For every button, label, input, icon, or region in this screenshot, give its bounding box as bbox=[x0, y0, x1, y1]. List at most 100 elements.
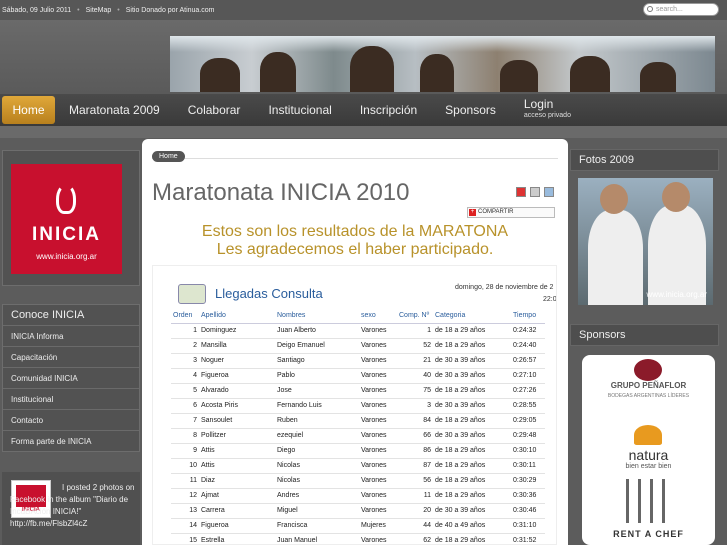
nav-sponsors[interactable]: Sponsors bbox=[431, 96, 510, 124]
sponsor-rent-a-chef[interactable]: RENT A CHEF bbox=[582, 529, 715, 539]
menu-item-comunidad[interactable]: Comunidad INICIA bbox=[3, 367, 139, 388]
table-cell: 0:30:11 bbox=[511, 458, 545, 474]
separator: • bbox=[117, 6, 120, 14]
login-label: Login bbox=[523, 97, 554, 111]
table-cell: 15 bbox=[171, 533, 199, 544]
table-cell: 6 bbox=[171, 398, 199, 414]
share-button[interactable]: + COMPARTIR bbox=[467, 207, 555, 218]
column-header: Apellido bbox=[199, 309, 275, 324]
table-cell: de 40 a 49 años bbox=[433, 518, 511, 534]
menu-item-contacto[interactable]: Contacto bbox=[3, 409, 139, 430]
table-cell: ezequiel bbox=[275, 428, 359, 444]
table-cell: 20 bbox=[397, 503, 433, 519]
table-cell: 0:28:55 bbox=[511, 398, 545, 414]
table-cell: Alvarado bbox=[199, 383, 275, 399]
table-row: 1 Dominguez Juan Alberto Varones 1 de 18 a 29… bbox=[171, 323, 545, 339]
table-row: 7 Sansoulet Ruben Varones 84 de 18 a 29 años 0… bbox=[171, 413, 545, 429]
table-row: 14 Figueroa Francisca Mujeres 44 de 40 a 49 a… bbox=[171, 518, 545, 534]
table-cell: de 18 a 29 años bbox=[433, 473, 511, 489]
share-label: COMPARTIR bbox=[478, 209, 514, 215]
table-cell: Varones bbox=[359, 413, 397, 429]
photo-2009[interactable]: www.inicia.org.ar bbox=[578, 178, 713, 305]
table-cell: 4 bbox=[171, 368, 199, 384]
table-cell: Nicolas bbox=[275, 473, 359, 489]
table-cell: de 30 a 39 años bbox=[433, 503, 511, 519]
table-cell: Varones bbox=[359, 503, 397, 519]
menu-item-institucional[interactable]: Institucional bbox=[3, 388, 139, 409]
search-icon bbox=[647, 6, 653, 12]
print-icon[interactable] bbox=[530, 187, 540, 197]
table-row: 10 Attis Nicolas Varones 87 de 18 a 29 años 0:… bbox=[171, 458, 545, 474]
photos-title: Fotos 2009 bbox=[570, 149, 719, 171]
table-cell: de 30 a 39 años bbox=[433, 428, 511, 444]
table-cell: de 18 a 29 años bbox=[433, 488, 511, 504]
page-tools bbox=[516, 187, 554, 197]
search-input[interactable]: search... bbox=[643, 3, 719, 16]
table-cell: de 18 a 29 años bbox=[433, 443, 511, 459]
table-row: 2 Mansilla Deigo Emanuel Varones 52 de 18 a 2… bbox=[171, 338, 545, 354]
sponsor-penaflor-sub: BODEGAS ARGENTINAS LÍDERES bbox=[607, 393, 690, 399]
table-cell: Carrera bbox=[199, 503, 275, 519]
table-cell: Ruben bbox=[275, 413, 359, 429]
nav-maratonata[interactable]: Maratonata 2009 bbox=[55, 96, 174, 124]
facebook-post-text[interactable]: I posted 2 photos on Facebook in the alb… bbox=[10, 482, 135, 530]
table-cell: 0:30:29 bbox=[511, 473, 545, 489]
nav-home[interactable]: Home bbox=[2, 96, 55, 124]
tool-shape bbox=[626, 479, 629, 523]
table-cell: Varones bbox=[359, 488, 397, 504]
sitemap-link[interactable]: SiteMap bbox=[86, 7, 112, 14]
table-cell: Pablo bbox=[275, 368, 359, 384]
table-cell: 0:26:57 bbox=[511, 353, 545, 369]
inicia-logo[interactable]: INICIA www.inicia.org.ar bbox=[11, 164, 122, 274]
donated-link[interactable]: Sitio Donado por Atinua.com bbox=[126, 7, 215, 14]
menu-item-capacitacion[interactable]: Capacitación bbox=[3, 346, 139, 367]
table-row: 3 Noguer Santiago Varones 21 de 30 a 39 años 0… bbox=[171, 353, 545, 369]
pdf-icon[interactable] bbox=[516, 187, 526, 197]
date-text: Sábado, 09 Julio 2011 bbox=[2, 6, 72, 14]
menu-item-informa[interactable]: INICIA Informa bbox=[3, 325, 139, 346]
nav-inscripcion[interactable]: Inscripción bbox=[346, 96, 431, 124]
table-cell: 1 bbox=[397, 323, 433, 339]
breadcrumb-home[interactable]: Home bbox=[152, 151, 185, 162]
table-cell: de 18 a 29 años bbox=[433, 533, 511, 544]
table-cell: Andres bbox=[275, 488, 359, 504]
table-cell: 0:24:32 bbox=[511, 323, 545, 339]
conoce-title: Conoce INICIA bbox=[11, 309, 85, 321]
table-cell: 21 bbox=[397, 353, 433, 369]
table-cell: Attis bbox=[199, 458, 275, 474]
runner-figure bbox=[640, 62, 676, 92]
sponsor-penaflor[interactable]: GRUPO PEÑAFLOR bbox=[582, 381, 715, 390]
table-cell: 14 bbox=[171, 518, 199, 534]
table-cell: 52 bbox=[397, 338, 433, 354]
table-cell: Varones bbox=[359, 443, 397, 459]
nav-colaborar[interactable]: Colaborar bbox=[174, 96, 255, 124]
table-cell: 75 bbox=[397, 383, 433, 399]
sponsor-natura[interactable]: natura bbox=[582, 447, 715, 463]
table-header-row: Orden Apellido Nombres sexo Comp. Nº Categori… bbox=[171, 309, 545, 324]
runner-figure bbox=[588, 210, 643, 305]
table-cell: 11 bbox=[171, 473, 199, 489]
nav-institucional[interactable]: Institucional bbox=[254, 96, 345, 124]
table-cell: 40 bbox=[397, 368, 433, 384]
runner-face bbox=[600, 184, 628, 214]
table-cell: Varones bbox=[359, 323, 397, 339]
table-cell: Dominguez bbox=[199, 323, 275, 339]
header-banner-image bbox=[170, 36, 715, 92]
email-icon[interactable] bbox=[544, 187, 554, 197]
table-cell: de 18 a 29 años bbox=[433, 383, 511, 399]
plus-icon: + bbox=[469, 209, 476, 216]
table-cell: Mujeres bbox=[359, 518, 397, 534]
menu-item-forma-parte[interactable]: Forma parte de INICIA bbox=[3, 430, 139, 451]
table-cell: Pollitzer bbox=[199, 428, 275, 444]
page-title: Maratonata INICIA 2010 bbox=[152, 179, 410, 206]
table-cell: 2 bbox=[171, 338, 199, 354]
table-cell: 0:30:10 bbox=[511, 443, 545, 459]
table-cell: Varones bbox=[359, 533, 397, 544]
runner-figure bbox=[420, 54, 454, 92]
column-header: Orden bbox=[171, 309, 199, 324]
table-cell: Santiago bbox=[275, 353, 359, 369]
table-cell: Varones bbox=[359, 383, 397, 399]
nav-login[interactable]: Login acceso privado bbox=[510, 96, 585, 124]
table-cell: Figueroa bbox=[199, 368, 275, 384]
table-cell: 3 bbox=[397, 398, 433, 414]
